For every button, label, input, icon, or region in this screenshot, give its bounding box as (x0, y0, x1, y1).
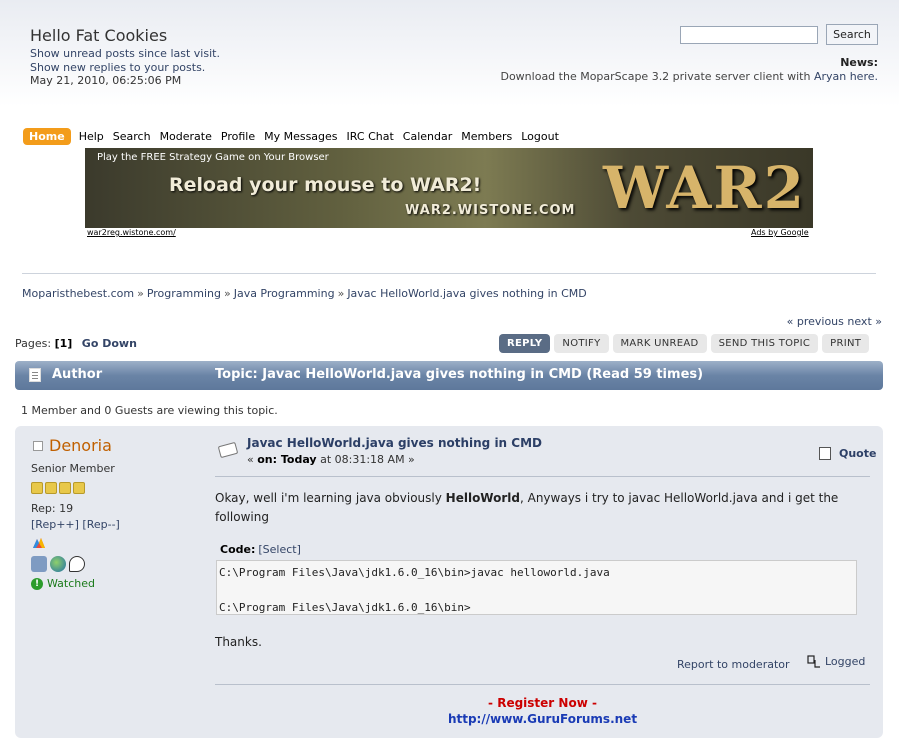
reply-button[interactable]: REPLY (499, 334, 551, 353)
website-globe-icon[interactable] (50, 556, 66, 572)
ad-banner[interactable]: Play the FREE Strategy Game on Your Brow… (85, 148, 813, 228)
menu-irc-chat[interactable]: IRC Chat (347, 130, 394, 143)
quote-button[interactable]: Quote (819, 447, 876, 460)
post-closing: Thanks. (215, 635, 262, 649)
ad-tagline: Play the FREE Strategy Game on Your Brow… (97, 152, 329, 163)
menu-calendar[interactable]: Calendar (403, 130, 452, 143)
post-subject[interactable]: Javac HelloWorld.java gives nothing in C… (247, 436, 542, 450)
next-topic-link[interactable]: next » (847, 315, 882, 328)
watched-label: Watched (47, 577, 95, 590)
code-block: C:\Program Files\Java\jdk1.6.0_16\bin>ja… (216, 560, 857, 615)
breadcrumb-topic[interactable]: Javac HelloWorld.java gives nothing in C… (347, 287, 586, 300)
current-date: May 21, 2010, 06:25:06 PM (30, 74, 182, 87)
post-body: Okay, well i'm learning java obviously H… (215, 491, 839, 524)
ad-site: WAR2.WISTONE.COM (405, 203, 576, 218)
report-to-moderator-link[interactable]: Report to moderator (677, 658, 790, 671)
previous-topic-link[interactable]: « previous (787, 315, 844, 328)
post-date: « on: Today at 08:31:18 AM » (247, 453, 415, 466)
poster-rank: Senior Member (31, 462, 115, 475)
rank-stars (31, 482, 87, 494)
unread-posts-link[interactable]: Show unread posts since last visit. (30, 47, 220, 61)
poster-icons (31, 556, 88, 572)
ads-by-google-link[interactable]: Ads by Google (751, 228, 809, 237)
post: Denoria Senior Member Rep: 19 [Rep++] [R… (15, 426, 883, 738)
breadcrumb: Moparisthebest.com» Programming» Java Prog… (22, 287, 587, 300)
topic-buttons: REPLY NOTIFY MARK UNREAD SEND THIS TOPIC… (499, 334, 873, 353)
mark-unread-button[interactable]: MARK UNREAD (612, 334, 707, 353)
rep-links: [Rep++] [Rep--] (31, 518, 120, 531)
breadcrumb-programming[interactable]: Programming (147, 287, 221, 300)
reputation: Rep: 19 (31, 502, 74, 515)
star-icon (73, 482, 85, 494)
rep-plus-link[interactable]: [Rep++] (31, 518, 79, 531)
signature-link[interactable]: http://www.GuruForums.net (215, 712, 870, 726)
notify-button[interactable]: NOTIFY (554, 334, 609, 353)
main-menu: Home Help Search Moderate Profile My Mes… (23, 127, 568, 146)
news-label: News: (840, 56, 878, 69)
watched-status: ! Watched (31, 577, 95, 590)
signature-register-text: - Register Now - (488, 696, 597, 710)
logged-indicator: Logged (807, 655, 865, 668)
personal-message-icon[interactable] (69, 556, 85, 572)
quote-label: Quote (839, 447, 877, 460)
ad-logo: WAR2 (603, 154, 806, 222)
search-button[interactable]: Search (826, 24, 878, 45)
menu-my-messages[interactable]: My Messages (264, 130, 337, 143)
star-icon (31, 482, 43, 494)
news-text: Download the MoparScape 3.2 private serv… (500, 70, 878, 83)
send-topic-button[interactable]: SEND THIS TOPIC (710, 334, 819, 353)
profile-icon[interactable] (31, 556, 47, 572)
menu-help[interactable]: Help (79, 130, 104, 143)
forum-header: Hello Fat Cookies Show unread posts sinc… (0, 0, 899, 118)
quote-icon (819, 447, 831, 460)
breadcrumb-separator: » (137, 287, 144, 300)
signature-divider (215, 684, 870, 685)
logged-label: Logged (825, 655, 866, 668)
menu-moderate[interactable]: Moderate (160, 130, 212, 143)
topic-title: Topic: Javac HelloWorld.java gives nothi… (215, 367, 704, 382)
breadcrumb-separator: » (337, 287, 345, 300)
msn-icon[interactable] (31, 536, 47, 550)
pagination: Pages: [1] Go Down (15, 337, 137, 350)
viewing-info: 1 Member and 0 Guests are viewing this t… (21, 404, 278, 417)
new-replies-link[interactable]: Show new replies to your posts. (30, 61, 220, 75)
menu-profile[interactable]: Profile (221, 130, 255, 143)
star-icon (59, 482, 71, 494)
poster-name[interactable]: Denoria (49, 436, 112, 455)
code-label: Code: [Select] (220, 543, 301, 556)
menu-logout[interactable]: Logout (521, 130, 559, 143)
topic-navigation: « previous next » (787, 315, 882, 328)
rep-minus-link[interactable]: [Rep--] (82, 518, 119, 531)
user-links: Show unread posts since last visit. Show… (30, 47, 220, 88)
menu-search[interactable]: Search (113, 130, 151, 143)
ip-logged-icon (807, 655, 820, 668)
offline-status-icon (33, 441, 43, 451)
breadcrumb-home[interactable]: Moparisthebest.com (22, 287, 134, 300)
current-page: [1] (54, 337, 73, 350)
post-divider (215, 476, 870, 477)
search-input[interactable] (680, 26, 818, 44)
breadcrumb-separator: » (223, 287, 231, 300)
site-title: Hello Fat Cookies (30, 26, 168, 45)
breadcrumb-java-programming[interactable]: Java Programming (234, 287, 335, 300)
menu-home[interactable]: Home (23, 128, 71, 145)
star-icon (45, 482, 57, 494)
author-column-header: Author (52, 367, 103, 382)
print-button[interactable]: PRINT (822, 334, 870, 353)
go-down-link[interactable]: Go Down (82, 337, 137, 350)
ad-display-url[interactable]: war2reg.wistone.com/ (87, 228, 176, 237)
header-divider (22, 273, 876, 274)
topic-header-bar: Author Topic: Javac HelloWorld.java give… (15, 361, 883, 390)
news-link[interactable]: Aryan here. (814, 70, 878, 83)
ad-headline: Reload your mouse to WAR2! (169, 174, 482, 196)
pages-label: Pages: (15, 337, 55, 350)
menu-members[interactable]: Members (461, 130, 512, 143)
document-icon (29, 368, 41, 382)
watched-icon: ! (31, 577, 43, 590)
post-subject-icon (217, 441, 239, 459)
code-select-link[interactable]: [Select] (258, 543, 301, 556)
